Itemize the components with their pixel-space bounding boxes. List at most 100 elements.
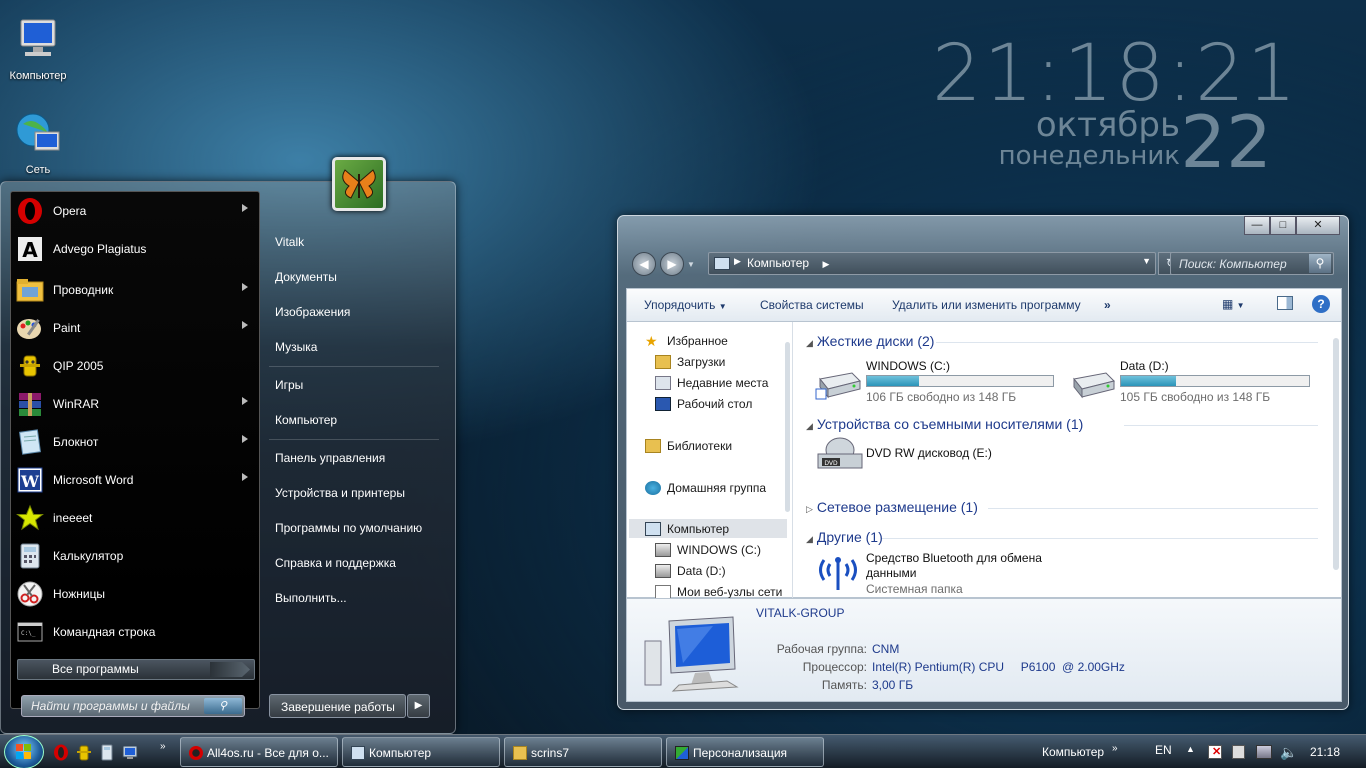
start-right-computer[interactable]: Компьютер (275, 413, 435, 427)
start-search-input[interactable]: Найти программы и файлы ⚲ (21, 695, 245, 717)
search-icon[interactable]: ⚲ (1309, 254, 1331, 273)
program-scissors[interactable]: Ножницы (13, 575, 257, 613)
view-options-icon[interactable]: ▦ ▼ (1222, 297, 1245, 311)
taskbar-button-personalization[interactable]: Персонализация (666, 737, 824, 767)
address-bar[interactable]: ▶ Компьютер ▶ ▼ (708, 252, 1156, 275)
bluetooth-item[interactable]: Средство Bluetooth для обмена данными Си… (814, 548, 1054, 596)
nav-downloads[interactable]: Загрузки (655, 355, 725, 369)
items-scrollbar[interactable] (1333, 338, 1339, 570)
nav-homegroup[interactable]: Домашняя группа (645, 481, 766, 495)
submenu-arrow-icon[interactable] (242, 204, 248, 212)
submenu-arrow-icon[interactable] (242, 473, 248, 481)
calculator-icon[interactable] (98, 744, 116, 761)
dvd-drive-item[interactable]: DVD DVD RW дисковод (E:) (814, 436, 1044, 476)
start-right-music[interactable]: Музыка (275, 340, 435, 354)
search-icon[interactable]: ⚲ (204, 698, 242, 714)
start-button[interactable] (4, 735, 44, 768)
toolbar-overflow-icon[interactable]: » (1112, 743, 1128, 759)
drive-c-item[interactable]: WINDOWS (C:) 106 ГБ свободно из 148 ГБ (814, 355, 1062, 404)
star-icon: ★ (645, 333, 658, 349)
nav-scrollbar[interactable] (785, 342, 790, 512)
volume-icon[interactable]: 🔈 (1280, 744, 1297, 761)
submenu-arrow-icon[interactable] (242, 283, 248, 291)
taskbar-button-opera[interactable]: All4os.ru - Все для о... (180, 737, 338, 767)
program-advego[interactable]: A Advego Plagiatus (13, 230, 257, 268)
start-right-devices[interactable]: Устройства и принтеры (275, 486, 435, 500)
show-desktop-icon[interactable] (121, 744, 139, 761)
drive-d-item[interactable]: Data (D:) 105 ГБ свободно из 148 ГБ (1068, 355, 1330, 404)
program-cmd[interactable]: C:\_ Командная строка (13, 613, 257, 651)
nav-web-sites[interactable]: Мои веб-узлы сети (655, 585, 782, 599)
clock-weekday: понедельник (998, 141, 1180, 171)
nav-libraries[interactable]: Библиотеки (645, 439, 732, 453)
program-ineeeet[interactable]: ineeeet (13, 499, 257, 537)
nav-computer[interactable]: Компьютер (645, 522, 729, 536)
program-qip[interactable]: QIP 2005 (13, 347, 257, 385)
organize-button[interactable]: Упорядочить ▼ (644, 298, 727, 312)
shutdown-options-arrow-icon[interactable]: ▶ (407, 694, 430, 718)
program-notepad[interactable]: Блокнот (13, 423, 257, 461)
desktop-icon-network[interactable]: Сеть (0, 110, 76, 176)
program-opera[interactable]: Opera (13, 192, 257, 230)
network-icon[interactable] (1256, 745, 1272, 759)
address-breadcrumb[interactable]: Компьютер (747, 256, 809, 270)
submenu-arrow-icon[interactable] (242, 435, 248, 443)
start-right-help[interactable]: Справка и поддержка (275, 556, 435, 570)
program-word[interactable]: W Microsoft Word (13, 461, 257, 499)
uninstall-program-button[interactable]: Удалить или изменить программу (892, 298, 1081, 312)
program-calculator[interactable]: Калькулятор (13, 537, 257, 575)
maximize-icon[interactable]: □ (1270, 216, 1296, 235)
quick-launch-overflow-icon[interactable]: » (160, 741, 166, 752)
action-center-icon[interactable]: ✕ (1208, 745, 1222, 759)
program-winrar[interactable]: WinRAR (13, 385, 257, 423)
start-right-run[interactable]: Выполнить... (275, 591, 435, 605)
qip-icon[interactable] (75, 744, 93, 761)
minimize-icon[interactable]: — (1244, 216, 1270, 235)
taskbar-button-computer[interactable]: Компьютер (342, 737, 500, 767)
explorer-search-input[interactable]: Поиск: Компьютер ⚲ (1170, 252, 1334, 275)
taskbar-clock[interactable]: 21:18 (1310, 745, 1340, 759)
nav-desktop[interactable]: Рабочий стол (655, 397, 752, 411)
device-icon[interactable] (1232, 745, 1245, 759)
nav-drive-d[interactable]: Data (D:) (655, 564, 726, 578)
desktop-icon-computer[interactable]: Компьютер (0, 16, 76, 82)
taskbar-button-folder[interactable]: scrins7 (504, 737, 662, 767)
start-right-documents[interactable]: Документы (275, 270, 435, 284)
program-explorer[interactable]: Проводник (13, 271, 257, 309)
opera-icon[interactable] (52, 744, 70, 761)
start-right-images[interactable]: Изображения (275, 305, 435, 319)
preview-pane-icon[interactable] (1277, 296, 1293, 310)
address-dropdown-icon[interactable]: ▼ (1142, 256, 1151, 266)
close-icon[interactable]: ✕ (1296, 216, 1340, 235)
all-programs-button[interactable]: Все программы (17, 659, 255, 680)
tray-expand-icon[interactable]: ▲ (1186, 744, 1195, 754)
submenu-arrow-icon[interactable] (242, 321, 248, 329)
program-paint[interactable]: Paint (13, 309, 257, 347)
forward-icon[interactable]: ▶ (660, 252, 684, 276)
group-hard-disks[interactable]: ◢ Жесткие диски (2) (806, 333, 934, 349)
shutdown-button[interactable]: Завершение работы (269, 694, 406, 718)
language-indicator[interactable]: EN (1155, 743, 1172, 757)
program-label: QIP 2005 (53, 359, 104, 373)
nav-recent[interactable]: Недавние места (655, 376, 768, 390)
help-icon[interactable]: ? (1312, 295, 1330, 313)
back-icon[interactable]: ◀ (632, 252, 656, 276)
taskbar-toolbar-computer[interactable]: Компьютер (1042, 745, 1104, 759)
system-properties-button[interactable]: Свойства системы (760, 298, 864, 312)
start-right-control-panel[interactable]: Панель управления (275, 451, 435, 465)
group-network[interactable]: ▷ Сетевое размещение (1) (806, 499, 978, 515)
submenu-arrow-icon[interactable] (242, 397, 248, 405)
star-icon (15, 503, 45, 533)
user-avatar[interactable] (332, 157, 386, 211)
breadcrumb-separator-icon[interactable]: ▶ (822, 259, 829, 269)
nav-drive-c[interactable]: WINDOWS (C:) (655, 543, 761, 557)
group-removable[interactable]: ◢ Устройства со съемными носителями (1) (806, 416, 1083, 432)
more-commands-button[interactable]: » (1104, 298, 1111, 312)
nav-favorites[interactable]: ★ Избранное (645, 334, 728, 348)
group-other[interactable]: ◢ Другие (1) (806, 529, 883, 545)
start-right-separator (269, 439, 439, 440)
start-right-user[interactable]: Vitalk (275, 235, 435, 249)
recent-pages-chevron-icon[interactable]: ▼ (687, 260, 695, 269)
start-right-defaults[interactable]: Программы по умолчанию (275, 521, 435, 535)
start-right-games[interactable]: Игры (275, 378, 435, 392)
